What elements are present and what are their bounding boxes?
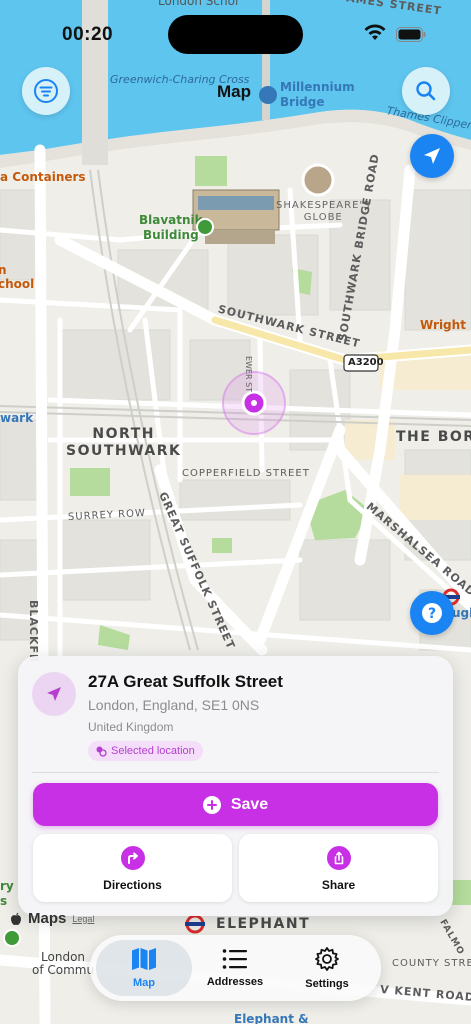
legal-link[interactable]: Legal (72, 914, 94, 924)
directions-button-label: Directions (103, 878, 162, 892)
tab-settings[interactable]: Settings (279, 940, 375, 996)
map-label-the-borough: THE BOROU (396, 429, 471, 445)
map-label-north-southwark: NORTH SOUTHWARK (66, 426, 182, 459)
maps-logo-text: Maps (28, 910, 67, 927)
tab-addresses[interactable]: Addresses (187, 940, 283, 996)
list-icon (222, 949, 247, 969)
map-label-wright-b: Wright B (420, 318, 471, 332)
blavatnik-poi-icon[interactable] (196, 218, 214, 236)
map-label-containers: a Containers (0, 170, 86, 184)
plus-icon (202, 795, 221, 814)
gear-icon (315, 947, 339, 971)
map-label-copperfield-street: COPPERFIELD STREET (182, 468, 310, 479)
map-label-london-communication: London of Commu (32, 950, 95, 977)
map-label-wark: wark (0, 411, 34, 425)
tab-map[interactable]: Map (96, 940, 192, 996)
directions-button[interactable]: Directions (33, 834, 232, 902)
svg-text:?: ? (428, 606, 436, 622)
tab-bar: Map Addresses Settings (90, 935, 381, 1001)
directions-icon (120, 846, 145, 870)
help-icon: ? (422, 603, 442, 623)
location-card: 27A Great Suffolk Street London, England… (18, 656, 453, 916)
selected-location-badge: Selected location (88, 741, 203, 761)
share-button-label: Share (321, 878, 356, 892)
filter-icon (34, 79, 58, 103)
help-button[interactable]: ? (410, 591, 454, 635)
filter-button[interactable] (22, 67, 70, 115)
map-label-london-school: London Schol (158, 0, 239, 8)
location-address: London, England, SE1 0NS (88, 697, 260, 713)
wifi-icon (364, 24, 386, 40)
map-icon (132, 948, 156, 970)
park-poi-icon[interactable] (3, 929, 21, 947)
pin-icon (96, 746, 107, 757)
selected-location-badge-label: Selected location (111, 745, 195, 757)
search-button[interactable] (402, 67, 450, 115)
map-label-elephant: ELEPHANT (216, 916, 311, 932)
page-title: Map (217, 82, 251, 101)
location-arrow-icon (424, 148, 440, 164)
tab-addresses-label: Addresses (206, 976, 264, 988)
save-button-label: Save (230, 795, 269, 813)
save-button[interactable]: Save (33, 783, 438, 826)
map-label-ewer-street: EWER ST (244, 356, 253, 393)
location-country: United Kingdom (88, 720, 174, 734)
map-label-blavatnik[interactable]: Blavatnik Building (139, 213, 203, 243)
card-divider (32, 772, 439, 773)
millennium-bridge-text: Millennium Bridge (280, 80, 355, 109)
map-label-school: n chool (0, 263, 35, 291)
search-icon (416, 81, 436, 101)
location-arrow-icon (47, 687, 61, 701)
maps-attribution: Maps Legal (10, 910, 94, 927)
tab-settings-label: Settings (305, 978, 349, 990)
apple-logo-icon (11, 912, 21, 925)
tab-map-label: Map (133, 977, 155, 989)
map-label-blackfriars: BLACKFR (27, 600, 40, 664)
status-time: 00:20 (62, 24, 114, 45)
current-location-button[interactable] (410, 134, 454, 178)
share-button[interactable]: Share (239, 834, 438, 902)
map-label-a3200: A3200 (348, 357, 384, 368)
dynamic-island (168, 15, 303, 54)
location-title: 27A Great Suffolk Street (88, 672, 283, 691)
location-card-icon (32, 672, 76, 716)
map-label-county-street: COUNTY STREET (392, 958, 471, 969)
map-label-millennium-bridge[interactable]: Millennium Bridge (259, 80, 355, 110)
battery-icon (396, 27, 426, 42)
map-label-ry: ry s (0, 879, 14, 908)
share-icon (326, 846, 351, 870)
map-label-ugh: ugh (452, 606, 471, 620)
map-label-elephant-bottom: Elephant & (234, 1012, 309, 1024)
